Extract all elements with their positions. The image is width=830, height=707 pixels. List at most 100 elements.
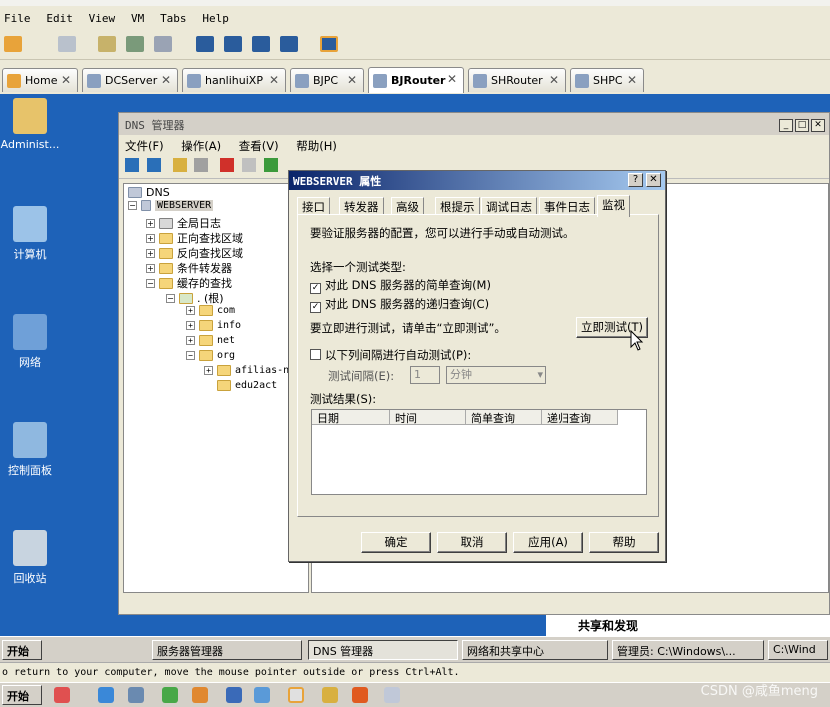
checkbox-unchecked-icon[interactable] bbox=[310, 349, 321, 360]
up-icon[interactable] bbox=[172, 158, 187, 172]
tab-monitoring[interactable]: 监视 bbox=[597, 195, 630, 217]
tree-node-reverse-zones[interactable]: + 反向查找区域 bbox=[146, 245, 243, 261]
app-icon[interactable] bbox=[128, 687, 144, 703]
snapshot-manager-icon[interactable] bbox=[154, 36, 172, 52]
tree-node-server[interactable]: − WEBSERVER bbox=[128, 200, 214, 211]
start-button[interactable]: 开始 bbox=[2, 640, 42, 660]
tree-node-net[interactable]: + net bbox=[186, 335, 235, 346]
minimize-button[interactable]: _ bbox=[779, 119, 793, 132]
close-icon[interactable]: ✕ bbox=[627, 73, 637, 87]
tree-node-root[interactable]: −. (根) bbox=[166, 290, 224, 306]
close-button[interactable]: ✕ bbox=[811, 119, 825, 132]
maximize-button[interactable]: □ bbox=[795, 119, 809, 132]
vmware-icon[interactable] bbox=[288, 687, 304, 703]
tab-debug-log[interactable]: 调试日志 bbox=[481, 197, 537, 215]
snapshot-icon[interactable] bbox=[98, 36, 116, 52]
app-icon[interactable] bbox=[226, 687, 242, 703]
close-icon[interactable]: ✕ bbox=[549, 73, 559, 87]
ppt-icon[interactable] bbox=[352, 687, 368, 703]
checkbox-checked-icon[interactable]: ✓ bbox=[310, 302, 321, 313]
chevron-down-icon[interactable]: ▾ bbox=[537, 367, 543, 383]
desktop-icon-control-panel[interactable]: 控制面板 bbox=[0, 422, 60, 478]
tree-node-info[interactable]: + info bbox=[186, 320, 241, 331]
close-icon[interactable]: ✕ bbox=[347, 73, 357, 87]
network-icon[interactable] bbox=[58, 36, 76, 52]
expand-icon[interactable]: + bbox=[186, 321, 195, 330]
tab-home[interactable]: Home ✕ bbox=[2, 68, 78, 92]
menu-help[interactable]: 帮助(H) bbox=[296, 139, 337, 153]
close-icon[interactable]: ✕ bbox=[269, 73, 279, 87]
column-simple[interactable]: 简单查询 bbox=[466, 410, 542, 425]
collapse-icon[interactable]: − bbox=[166, 293, 175, 303]
app-icon[interactable] bbox=[162, 687, 178, 703]
tree-node-org[interactable]: − org bbox=[186, 350, 235, 361]
tab-shpc[interactable]: SHPC ✕ bbox=[570, 68, 644, 92]
close-icon[interactable]: ✕ bbox=[447, 72, 457, 86]
column-date[interactable]: 日期 bbox=[312, 410, 390, 425]
collapse-icon[interactable]: − bbox=[128, 201, 137, 210]
apply-button[interactable]: 应用(A) bbox=[513, 532, 583, 553]
tab-bjpc[interactable]: BJPC ✕ bbox=[290, 68, 364, 92]
menu-file[interactable]: 文件(F) bbox=[125, 139, 164, 153]
app-icon[interactable] bbox=[322, 687, 338, 703]
tab-hanlihuixp[interactable]: hanlihuiXP ✕ bbox=[182, 68, 286, 92]
cancel-button[interactable]: 取消 bbox=[437, 532, 507, 553]
app-icon[interactable] bbox=[192, 687, 208, 703]
tree-node-global-log[interactable]: + 全局日志 bbox=[146, 215, 221, 231]
simple-query-checkbox[interactable]: ✓ 对此 DNS 服务器的简单查询(M) bbox=[310, 277, 491, 294]
expand-icon[interactable]: + bbox=[186, 306, 195, 315]
column-recursive[interactable]: 递归查询 bbox=[542, 410, 618, 425]
forward-icon[interactable] bbox=[146, 158, 161, 172]
column-time[interactable]: 时间 bbox=[390, 410, 466, 425]
collapse-icon[interactable]: − bbox=[186, 351, 195, 360]
show-hide-tree-icon[interactable] bbox=[194, 158, 209, 172]
taskbar-admin-cmd[interactable]: 管理员: C:\Windows\... bbox=[612, 640, 764, 660]
pause-icon[interactable] bbox=[4, 36, 22, 52]
taskbar-cmd[interactable]: C:\Wind bbox=[768, 640, 828, 660]
tab-advanced[interactable]: 高级 bbox=[391, 197, 424, 215]
expand-icon[interactable]: + bbox=[186, 336, 195, 345]
tab-bjrouter[interactable]: BJRouter ✕ bbox=[368, 67, 464, 93]
taskbar-network-center[interactable]: 网络和共享中心 bbox=[462, 640, 608, 660]
expand-icon[interactable]: + bbox=[146, 233, 155, 243]
collapse-icon[interactable]: − bbox=[146, 278, 155, 288]
menu-file[interactable]: File bbox=[4, 12, 31, 25]
properties-icon[interactable] bbox=[242, 158, 257, 172]
menu-action[interactable]: 操作(A) bbox=[181, 139, 221, 153]
tab-event-log[interactable]: 事件日志 bbox=[539, 197, 595, 215]
expand-icon[interactable]: + bbox=[146, 263, 155, 273]
menu-view[interactable]: 查看(V) bbox=[239, 139, 279, 153]
expand-icon[interactable]: + bbox=[146, 218, 155, 228]
close-icon[interactable]: ✕ bbox=[61, 73, 71, 87]
close-icon[interactable]: ✕ bbox=[161, 73, 171, 87]
fullscreen-icon[interactable] bbox=[252, 36, 270, 52]
expand-icon[interactable]: + bbox=[146, 248, 155, 258]
desktop-icon-recycle-bin[interactable]: 回收站 bbox=[0, 530, 60, 586]
interval-input[interactable]: 1 bbox=[410, 366, 440, 384]
desktop-icon-network[interactable]: 网络 bbox=[0, 314, 60, 370]
delete-icon[interactable] bbox=[220, 158, 235, 172]
close-button[interactable]: ✕ bbox=[646, 173, 661, 187]
taskbar-server-manager[interactable]: 服务器管理器 bbox=[152, 640, 302, 660]
tree-node-afilias-ns[interactable]: + afilias-ns bbox=[204, 365, 295, 376]
unity-icon[interactable] bbox=[224, 36, 242, 52]
taskbar-dns-manager[interactable]: DNS 管理器 bbox=[308, 640, 458, 660]
menu-view[interactable]: View bbox=[89, 12, 116, 25]
tree-node-forward-zones[interactable]: + 正向查找区域 bbox=[146, 230, 243, 246]
menu-help[interactable]: Help bbox=[202, 12, 229, 25]
revert-icon[interactable] bbox=[126, 36, 144, 52]
tree-node-edu2act[interactable]: edu2act bbox=[217, 380, 277, 391]
tab-dcserver[interactable]: DCServer ✕ bbox=[82, 68, 178, 92]
app-icon[interactable] bbox=[54, 687, 70, 703]
tree-node-conditional-forwarders[interactable]: + 条件转发器 bbox=[146, 260, 232, 276]
thumbnail-icon[interactable] bbox=[280, 36, 298, 52]
expand-icon[interactable]: + bbox=[204, 366, 213, 375]
help-dialog-button[interactable]: 帮助 bbox=[589, 532, 659, 553]
app-icon[interactable] bbox=[254, 687, 270, 703]
app-icon[interactable] bbox=[384, 687, 400, 703]
quick-switch-icon[interactable] bbox=[320, 36, 338, 52]
desktop-icon-admin[interactable]: Administ... bbox=[0, 98, 60, 151]
menu-vm[interactable]: VM bbox=[131, 12, 144, 25]
back-icon[interactable] bbox=[125, 158, 139, 172]
menu-edit[interactable]: Edit bbox=[46, 12, 73, 25]
